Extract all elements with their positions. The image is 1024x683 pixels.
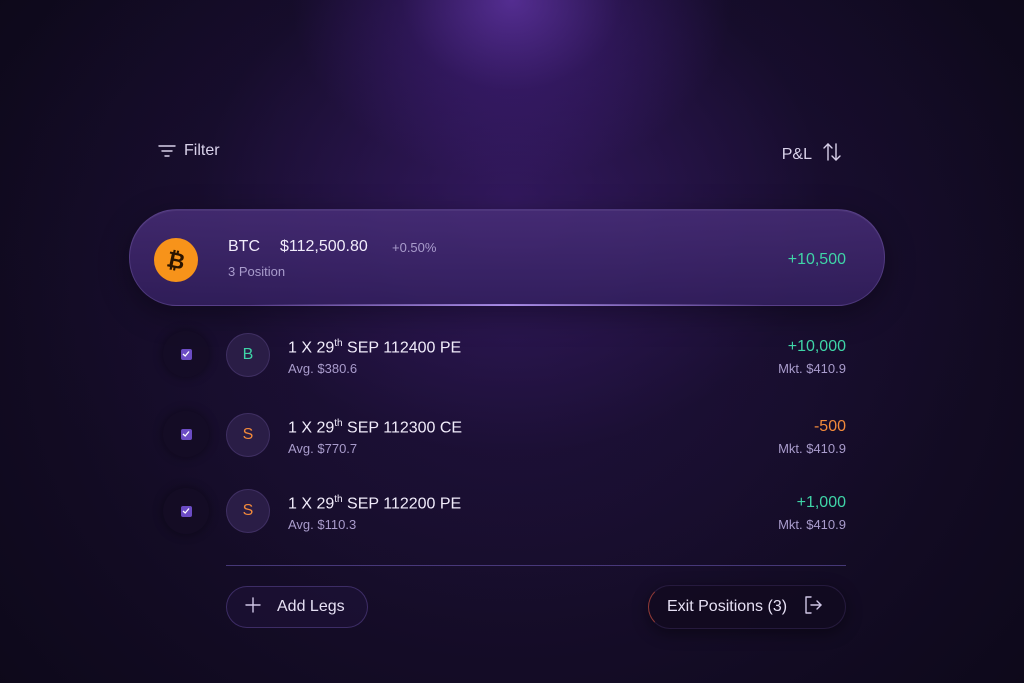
leg-pnl: -500 [813, 418, 846, 435]
filter-label: Filter [184, 142, 220, 159]
leg-contract: 1 X 29th SEP 112400 PE [288, 338, 461, 357]
check-icon [180, 348, 192, 360]
leg-checkbox[interactable] [163, 488, 209, 534]
add-legs-button[interactable]: Add Legs [226, 586, 368, 628]
leg-avg-price: Avg. $110.3 [288, 517, 357, 532]
exit-icon [803, 595, 823, 620]
position-count: 3 Position [228, 264, 286, 279]
svg-text:₿: ₿ [165, 247, 187, 273]
leg-checkbox[interactable] [163, 411, 209, 457]
leg-checkbox[interactable] [163, 331, 209, 377]
leg-avg-price: Avg. $380.6 [288, 361, 358, 376]
underlying-symbol: BTC [228, 238, 260, 255]
leg-row: B 1 X 29th SEP 112400 PE Avg. $380.6 +10… [0, 324, 1024, 384]
leg-qty: 1 X 29 [288, 495, 335, 513]
underlying-change: +0.50% [392, 240, 437, 255]
sort-icon [822, 142, 842, 167]
underlying-pnl: +10,500 [787, 251, 846, 268]
divider [226, 565, 846, 566]
add-legs-label: Add Legs [277, 598, 345, 615]
check-icon [180, 428, 192, 440]
leg-mkt-price: Mkt. $410.9 [778, 441, 846, 456]
leg-contract-name: SEP 112200 PE [342, 495, 462, 513]
leg-pnl: +10,000 [787, 338, 846, 355]
filter-icon [158, 144, 176, 158]
side-badge: S [226, 489, 270, 533]
plus-icon [245, 596, 261, 618]
leg-mkt-price: Mkt. $410.9 [778, 517, 846, 532]
leg-qty: 1 X 29 [288, 339, 335, 357]
underlying-price: $112,500.80 [280, 238, 368, 255]
leg-pnl: +1,000 [796, 494, 846, 511]
leg-qty-suffix: th [334, 338, 343, 349]
leg-mkt-price: Mkt. $410.9 [778, 361, 846, 376]
filter-button[interactable]: Filter [158, 142, 220, 160]
sort-pnl-button[interactable]: P&L [782, 142, 842, 167]
exit-positions-button[interactable]: Exit Positions (3) [648, 585, 846, 629]
leg-avg-price: Avg. $770.7 [288, 441, 358, 456]
sort-label: P&L [781, 145, 812, 163]
bitcoin-icon: ₿ [154, 238, 198, 282]
side-badge: B [226, 333, 270, 377]
check-icon [180, 505, 192, 517]
exit-positions-label: Exit Positions (3) [667, 598, 788, 615]
leg-qty-suffix: th [334, 418, 343, 429]
leg-contract: 1 X 29th SEP 112200 PE [288, 494, 461, 513]
leg-row: S 1 X 29th SEP 112300 CE Avg. $770.7 -50… [0, 404, 1024, 464]
underlying-card[interactable]: ₿ BTC $112,500.80 +0.50% 3 Position +10,… [129, 209, 885, 306]
leg-contract-name: SEP 112300 CE [342, 419, 463, 437]
leg-qty: 1 X 29 [288, 419, 335, 437]
leg-contract: 1 X 29th SEP 112300 CE [288, 418, 462, 437]
leg-row: S 1 X 29th SEP 112200 PE Avg. $110.3 +1,… [0, 480, 1024, 540]
leg-contract-name: SEP 112400 PE [342, 339, 462, 357]
leg-qty-suffix: th [334, 494, 343, 505]
side-badge: S [226, 413, 270, 457]
